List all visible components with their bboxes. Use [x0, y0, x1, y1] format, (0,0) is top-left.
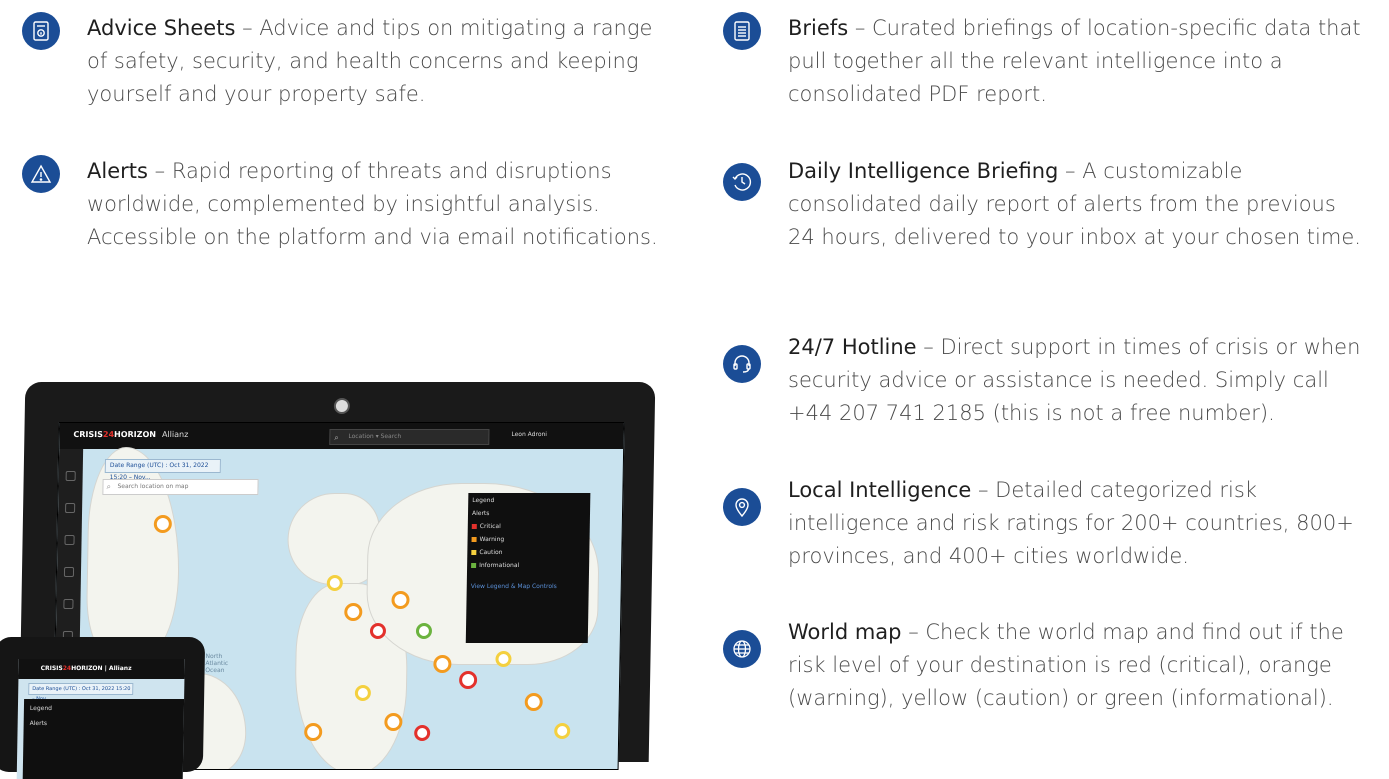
separator: –	[908, 620, 919, 644]
feature-title: Advice Sheets	[87, 16, 236, 40]
globe-icon	[723, 630, 761, 668]
map-search-field: ⌕ Search location on map	[102, 479, 259, 495]
document-info-icon	[22, 12, 60, 50]
clock-refresh-icon	[723, 163, 761, 201]
feature-title: 24/7 Hotline	[788, 335, 917, 359]
legend-title: Legend	[472, 497, 495, 504]
separator: –	[1065, 159, 1076, 183]
separator: –	[154, 159, 166, 183]
feature-text: World map – Check the world map and find…	[788, 616, 1363, 715]
search-icon: ⌕	[106, 482, 112, 491]
feature-text: Local Intelligence – Detailed categorize…	[788, 474, 1363, 573]
separator: –	[242, 16, 253, 40]
phone-legend-title: Legend	[29, 705, 53, 712]
feature-text: Briefs – Curated briefings of location-s…	[788, 12, 1363, 111]
app-logo: CRISIS24HORIZON Allianz	[73, 430, 189, 439]
separator: –	[854, 16, 866, 40]
feature-title: Local Intelligence	[788, 478, 972, 502]
phone-app-logo: CRISIS24HORIZON | Allianz	[40, 665, 132, 672]
legend-item: Informational	[471, 562, 585, 569]
legend-item: Warning	[471, 536, 586, 543]
app-search: ⌕ Location ▾ Search	[329, 429, 490, 445]
feature-world-map: World map – Check the world map and find…	[723, 616, 1363, 756]
feature-advice-sheets: Advice Sheets – Advice and tips on mitig…	[22, 12, 662, 122]
document-lines-icon	[723, 12, 761, 50]
ocean-label: North Atlantic Ocean	[205, 653, 229, 674]
warning-triangle-icon	[22, 155, 60, 193]
alert-marker	[414, 725, 431, 741]
search-icon: ⌕	[334, 433, 339, 442]
phone-app-header: CRISIS24HORIZON | Allianz	[18, 659, 185, 679]
feature-title: World map	[788, 620, 902, 644]
feature-description: Rapid reporting of threats and disruptio…	[87, 159, 658, 249]
feature-text: Advice Sheets – Advice and tips on mitig…	[87, 12, 662, 111]
feature-briefs: Briefs – Curated briefings of location-s…	[723, 12, 1363, 122]
alert-marker	[458, 671, 478, 689]
feature-text: Alerts – Rapid reporting of threats and …	[87, 155, 662, 254]
legend-link: View Legend & Map Controls	[470, 583, 557, 590]
phone-screen: CRISIS24HORIZON | Allianz Date Range (UT…	[16, 659, 185, 779]
feature-title: Briefs	[788, 16, 849, 40]
separator: –	[977, 478, 989, 502]
headset-icon	[723, 345, 761, 383]
location-pin-icon	[723, 488, 761, 526]
feature-title: Daily Intelligence Briefing	[788, 159, 1059, 183]
legend-item: Critical	[471, 523, 586, 530]
feature-text: 24/7 Hotline – Direct support in times o…	[788, 331, 1363, 430]
feature-alerts: Alerts – Rapid reporting of threats and …	[22, 155, 662, 295]
phone-date-range: Date Range (UTC) : Oct 31, 2022 15:20 – …	[28, 683, 134, 702]
phone-legend-subtitle: Alerts	[29, 720, 48, 727]
phone-mockup: CRISIS24HORIZON | Allianz Date Range (UT…	[0, 637, 206, 779]
feature-hotline: 24/7 Hotline – Direct support in times o…	[723, 331, 1363, 441]
alert-marker	[433, 655, 452, 673]
app-user: Leon Adroni	[511, 431, 548, 438]
alert-marker	[554, 723, 571, 739]
legend-item: Caution	[471, 549, 585, 556]
feature-description: Curated briefings of location-specific d…	[788, 16, 1361, 106]
date-range-filter: Date Range (UTC) : Oct 31, 2022 15:20 – …	[104, 459, 221, 481]
phone-legend-panel: Legend Alerts	[22, 699, 185, 779]
legend-subtitle: Alerts	[471, 510, 490, 517]
feature-local-intelligence: Local Intelligence – Detailed categorize…	[723, 474, 1363, 584]
map-legend-panel: Legend Alerts Critical Warning Caution I…	[465, 493, 591, 643]
separator: –	[923, 335, 934, 359]
app-header: CRISIS24HORIZON Allianz ⌕ Location ▾ Searc…	[59, 423, 624, 449]
feature-text: Daily Intelligence Briefing – A customiz…	[788, 155, 1363, 254]
feature-title: Alerts	[87, 159, 148, 183]
feature-daily-briefing: Daily Intelligence Briefing – A customiz…	[723, 155, 1363, 295]
webcam	[333, 398, 351, 414]
alert-marker	[524, 693, 543, 711]
